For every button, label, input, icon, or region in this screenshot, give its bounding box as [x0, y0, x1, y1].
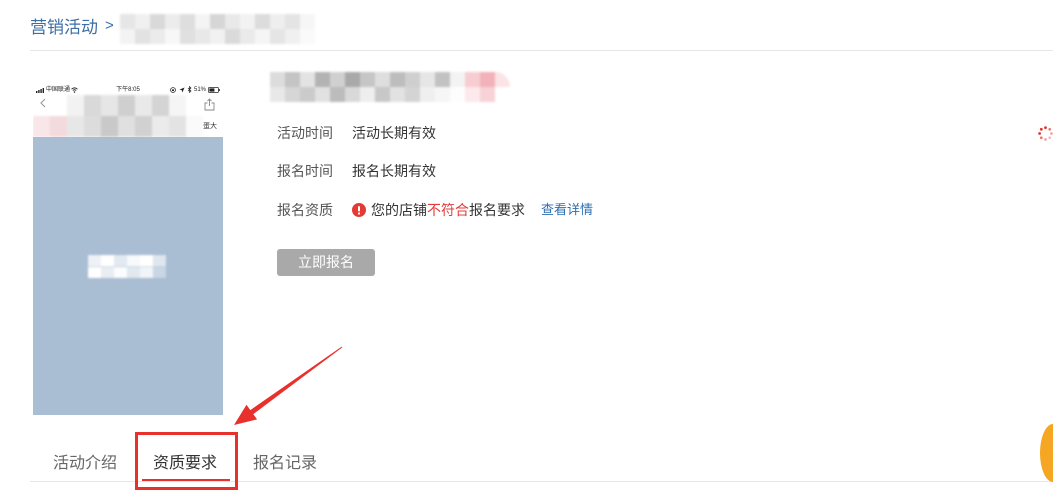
qualification-row: 报名资质 您的店铺 不符合 报名要求 查看详情: [277, 201, 593, 219]
tab-label: 活动介绍: [53, 455, 118, 472]
breadcrumb-current-blurred: [120, 14, 315, 44]
preview-banner-text-blurred: [88, 255, 166, 278]
breadcrumb-separator: >: [105, 16, 114, 34]
signup-time-label: 报名时间: [277, 163, 333, 179]
alert-circle-icon: [352, 203, 366, 217]
status-battery-percent: 51%: [194, 87, 207, 93]
qualification-text-after: 报名要求: [469, 202, 525, 218]
qualification-label: 报名资质: [277, 202, 333, 218]
qualification-status: 不符合: [427, 202, 469, 218]
activity-detail-page: 营销活动 > 中国联通 下午8:05 51% 蛋大 活动时间 活动长期有效 报名…: [0, 0, 1053, 497]
activity-phone-preview: 中国联通 下午8:05 51% 蛋大: [33, 85, 223, 415]
tab-activity-intro[interactable]: 活动介绍: [35, 440, 135, 481]
loading-spinner-icon: [1038, 126, 1053, 141]
activity-time-value: 活动长期有效: [352, 125, 436, 141]
signup-button[interactable]: 立即报名: [277, 249, 375, 276]
annotation-highlight-box: [135, 432, 238, 490]
shop-name-label: 蛋大: [203, 123, 217, 130]
share-icon[interactable]: [204, 98, 215, 111]
bluetooth-icon: [187, 86, 192, 93]
activity-title-blurred: [270, 72, 510, 102]
preview-header-blurred: [33, 95, 203, 137]
view-details-link[interactable]: 查看详情: [541, 201, 593, 219]
tab-label: 报名记录: [253, 455, 318, 472]
back-icon[interactable]: [39, 98, 47, 108]
header-divider: [30, 50, 1053, 51]
signup-time-row: 报名时间 报名长期有效: [277, 162, 436, 180]
qualification-text-before: 您的店铺: [371, 202, 427, 218]
floating-help-button[interactable]: [1040, 424, 1053, 482]
tab-signup-records[interactable]: 报名记录: [235, 440, 335, 481]
battery-icon: [208, 87, 220, 93]
signup-time-value: 报名长期有效: [352, 163, 436, 179]
breadcrumb: 营销活动 >: [30, 13, 114, 37]
location-arrow-icon: [179, 87, 185, 93]
activity-time-label: 活动时间: [277, 125, 333, 141]
activity-time-row: 活动时间 活动长期有效: [277, 124, 436, 142]
breadcrumb-root-link[interactable]: 营销活动: [30, 13, 98, 38]
lock-rotation-icon: [170, 87, 176, 93]
